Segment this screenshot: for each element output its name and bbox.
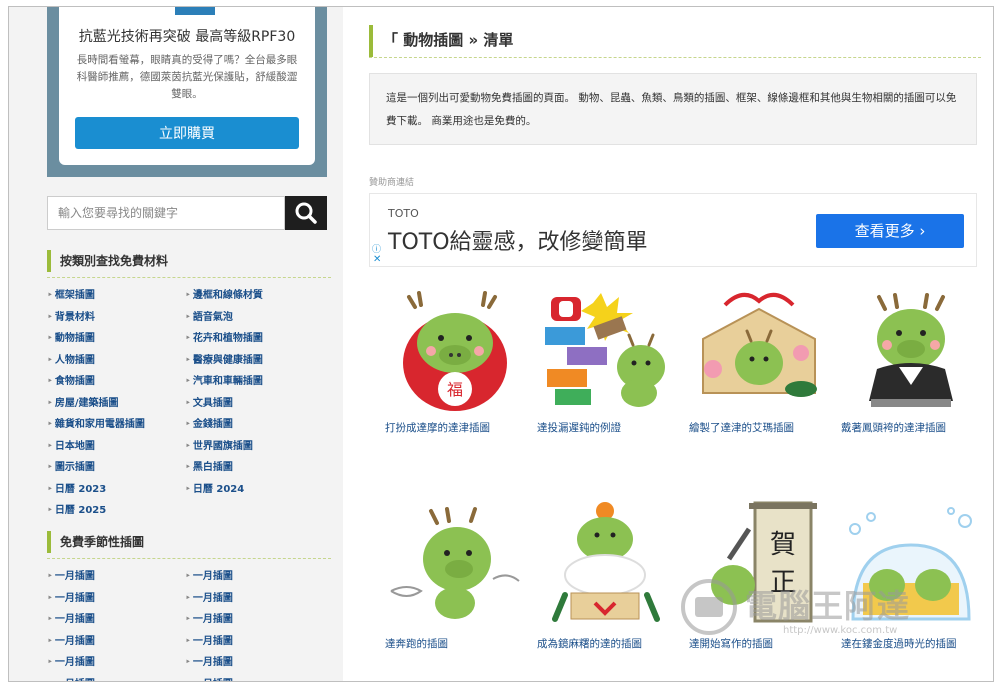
page-title: 「 動物插圖 » 清單 xyxy=(369,25,981,58)
search-icon xyxy=(295,202,317,224)
ad-topbar xyxy=(175,7,215,15)
sidebar-link[interactable]: 一月插圖 xyxy=(185,675,233,682)
dragon-daruma-illustration[interactable]: 福 xyxy=(385,283,525,413)
browser-frame: 抗藍光技術再突破 最高等級RPF30 長時間看螢幕，眼睛真的受得了嗎？全台最多眼… xyxy=(8,6,994,682)
search-button[interactable] xyxy=(285,196,327,230)
sidebar-link[interactable]: 邊框和線條材質 xyxy=(185,286,263,301)
sidebar-link[interactable]: 花卉和植物插圖 xyxy=(185,329,263,344)
sidebar-link[interactable]: 一月插圖 xyxy=(185,653,233,668)
sidebar-link[interactable]: 一月插圖 xyxy=(47,589,95,604)
watermark-url: http://www.koc.com.tw xyxy=(783,625,898,636)
sidebar-link[interactable]: 房屋/建築插圖 xyxy=(47,394,119,409)
sidebar-link[interactable]: 汽車和車輛插圖 xyxy=(185,372,263,387)
illustration-caption[interactable]: 繪製了達津的艾瑪插圖 xyxy=(689,421,841,436)
sidebar-link[interactable]: 日曆 2025 xyxy=(47,501,106,516)
sidebar-ad[interactable]: 抗藍光技術再突破 最高等級RPF30 長時間看螢幕，眼睛真的受得了嗎？全台最多眼… xyxy=(47,7,327,177)
sidebar-link[interactable]: 圖示插圖 xyxy=(47,458,95,473)
sidebar-link[interactable]: 一月插圖 xyxy=(185,632,233,647)
chevron-right-icon: › xyxy=(919,222,926,240)
see-more-button[interactable]: 查看更多 › xyxy=(816,214,964,248)
illustration-caption[interactable]: 打扮成達摩的達津插圖 xyxy=(385,421,537,436)
main-content: 「 動物插圖 » 清單 這是一個列出可愛動物免費插圖的頁面。 動物、昆蟲、魚類、… xyxy=(343,7,993,681)
ad-description: 長時間看螢幕，眼睛真的受得了嗎？全台最多眼科醫師推薦，德國萊茵抗藍光保護貼，舒緩… xyxy=(76,54,298,100)
illustration-caption[interactable]: 戴著鳳頭袴的達津插圖 xyxy=(841,421,993,436)
dragon-kagamimochi-illustration[interactable] xyxy=(537,499,677,629)
category-section-title: 按類別查找免費材料 xyxy=(47,250,331,278)
sidebar-link[interactable]: 一月插圖 xyxy=(47,567,95,582)
dragon-ema-illustration[interactable] xyxy=(689,283,829,413)
sidebar: 抗藍光技術再突破 最高等級RPF30 長時間看螢幕，眼睛真的受得了嗎？全台最多眼… xyxy=(9,7,343,682)
dragon-hakama-illustration[interactable] xyxy=(841,283,981,413)
buy-now-button[interactable]: 立即購買 xyxy=(75,117,299,149)
sidebar-link[interactable]: 雜貨和家用電器插圖 xyxy=(47,415,145,430)
sidebar-link[interactable]: 日曆 2024 xyxy=(185,480,244,495)
watermark-text: 電腦王阿達 xyxy=(745,587,911,625)
sidebar-link[interactable]: 一月插圖 xyxy=(47,610,95,625)
banner-brand: TOTO xyxy=(388,207,419,220)
sidebar-link[interactable]: 一月插圖 xyxy=(47,653,95,668)
see-more-label: 查看更多 xyxy=(854,222,915,240)
ad-banner[interactable]: TOTO TOTO給靈感，改修變簡單 查看更多 › ⓘ ✕ xyxy=(369,193,977,267)
sidebar-link[interactable]: 一月插圖 xyxy=(47,675,95,682)
sidebar-link[interactable]: 世界國旗插圖 xyxy=(185,437,253,452)
seasonal-section-title: 免費季節性插圖 xyxy=(47,531,331,559)
sidebar-link[interactable]: 動物插圖 xyxy=(47,329,95,344)
ad-panel: 抗藍光技術再突破 最高等級RPF30 長時間看螢幕，眼睛真的受得了嗎？全台最多眼… xyxy=(59,7,315,165)
watermark-logo-icon xyxy=(681,579,737,635)
sidebar-link[interactable]: 背景材料 xyxy=(47,308,95,323)
sidebar-link[interactable]: 一月插圖 xyxy=(185,567,233,582)
illustration-caption[interactable]: 達投漏遲鈍的例證 xyxy=(537,421,689,436)
sidebar-link[interactable]: 框架插圖 xyxy=(47,286,95,301)
sidebar-link[interactable]: 日本地圖 xyxy=(47,437,95,452)
illustration-caption[interactable]: 成為鏡麻糬的達的插圖 xyxy=(537,637,689,652)
sidebar-link[interactable]: 語音氣泡 xyxy=(185,308,233,323)
illustration-caption[interactable]: 達奔跑的插圖 xyxy=(385,637,537,652)
svg-text:賀: 賀 xyxy=(770,530,796,560)
dragon-blocks-illustration[interactable] xyxy=(537,283,677,413)
sponsor-label: 贊助商連結 xyxy=(369,178,415,188)
sidebar-link[interactable]: 日曆 2023 xyxy=(47,480,106,495)
sidebar-link[interactable]: 一月插圖 xyxy=(47,632,95,647)
sidebar-link[interactable]: 一月插圖 xyxy=(185,610,233,625)
intro-text: 這是一個列出可愛動物免費插圖的頁面。 動物、昆蟲、魚類、鳥類的插圖、框架、線條邊… xyxy=(369,73,977,145)
sidebar-link[interactable]: 文具插圖 xyxy=(185,394,233,409)
sidebar-link[interactable]: 醫療與健康插圖 xyxy=(185,351,263,366)
sidebar-link[interactable]: 黑白插圖 xyxy=(185,458,233,473)
ad-title: 抗藍光技術再突破 最高等級RPF30 xyxy=(78,29,296,45)
sidebar-link[interactable]: 食物插圖 xyxy=(47,372,95,387)
sidebar-link[interactable]: 人物插圖 xyxy=(47,351,95,366)
watermark: 電腦王阿達 http://www.koc.com.tw xyxy=(671,573,991,643)
dragon-running-illustration[interactable] xyxy=(385,499,525,629)
svg-text:福: 福 xyxy=(447,380,463,399)
sidebar-link[interactable]: 一月插圖 xyxy=(185,589,233,604)
search-input[interactable]: 輸入您要尋找的關鍵字 xyxy=(47,196,285,230)
search-bar: 輸入您要尋找的關鍵字 xyxy=(47,196,327,230)
ad-close-icon[interactable]: ✕ xyxy=(373,254,381,265)
banner-title: TOTO給靈感，改修變簡單 xyxy=(388,230,648,255)
sidebar-link[interactable]: 金錢插圖 xyxy=(185,415,233,430)
